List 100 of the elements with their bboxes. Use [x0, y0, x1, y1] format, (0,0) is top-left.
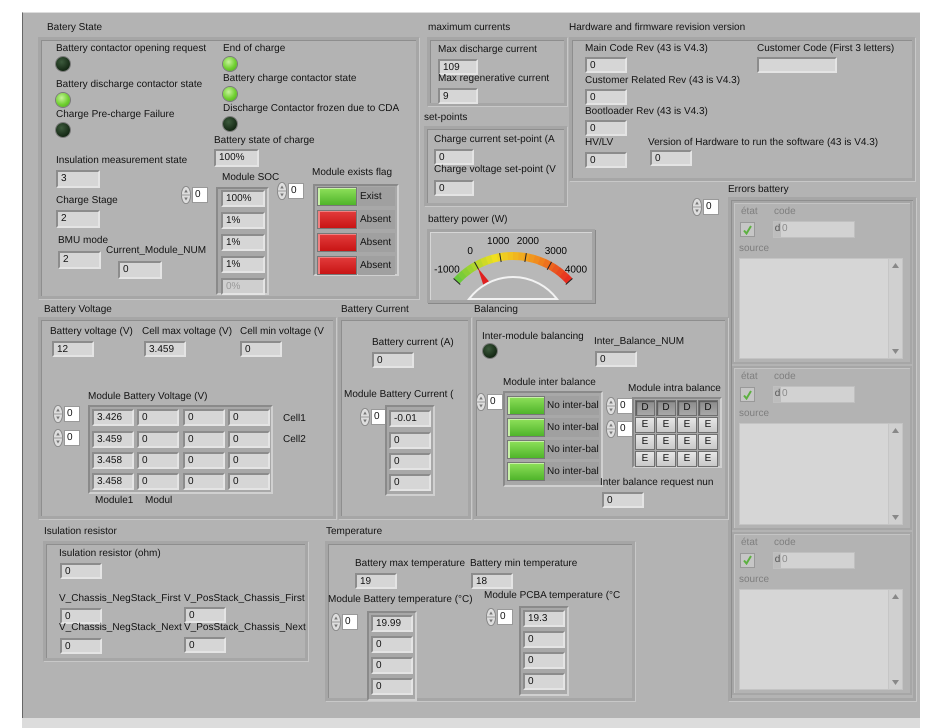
checkbox[interactable]	[740, 222, 755, 237]
numeric-indicator: 0	[240, 341, 282, 357]
grid-button[interactable]: D	[656, 400, 676, 416]
source-field[interactable]	[739, 588, 903, 690]
grid-button[interactable]: D	[677, 400, 697, 416]
grid-button[interactable]: E	[656, 451, 676, 467]
indicator-label: Bootloader Rev (43 is V4.3)	[585, 106, 708, 118]
indicator-label: Customer Code (First 3 letters)	[757, 43, 894, 55]
toggle-label: No inter-bal	[545, 440, 599, 459]
indicator-label: V_Chassis_NegStack_First	[59, 593, 181, 605]
toggle-button[interactable]	[317, 256, 357, 275]
grid-button[interactable]: E	[698, 417, 718, 433]
toggle-button[interactable]	[507, 396, 545, 415]
gauge-tick-label: 3000	[544, 246, 567, 257]
grid-button[interactable]: E	[635, 417, 655, 433]
array-cell: 3.458	[92, 473, 134, 490]
index-field[interactable]: 0	[342, 614, 358, 630]
grid-button[interactable]: E	[677, 451, 697, 467]
array-cell: 1%	[221, 212, 265, 229]
indicator-label: Battery charge contactor state	[223, 73, 356, 85]
numeric-indicator: 0	[602, 492, 644, 508]
grid-button[interactable]: E	[656, 434, 676, 450]
caption-label: Cell1	[283, 413, 306, 425]
index-field[interactable]: 0	[64, 406, 80, 422]
scroll-down-icon[interactable]	[892, 514, 899, 520]
indicator-label: Cell max voltage (V)	[142, 326, 232, 338]
scroll-down-icon[interactable]	[892, 680, 899, 685]
radix-label: d	[774, 387, 781, 402]
array-cell: 0	[137, 431, 179, 448]
numeric-indicator: 0	[60, 563, 102, 579]
toggle-button[interactable]	[317, 233, 357, 252]
numeric-indicator: 0	[585, 120, 627, 136]
array-cell: 0	[389, 453, 431, 470]
code-value: 0	[781, 387, 788, 402]
array-cell: 0	[389, 432, 431, 449]
scroll-up-icon[interactable]	[892, 263, 899, 268]
array-cell: 19.99	[371, 615, 413, 632]
array-cell: 0	[137, 409, 179, 426]
index-spinner[interactable]	[606, 397, 616, 415]
grid-button[interactable]: E	[698, 451, 718, 467]
index-field[interactable]: 0	[617, 421, 633, 437]
source-field[interactable]	[739, 423, 903, 525]
index-spinner[interactable]	[181, 186, 191, 204]
toggle-button[interactable]	[507, 418, 545, 437]
toggle-label: No inter-bal	[545, 462, 599, 481]
index-field[interactable]: 0	[703, 199, 719, 215]
index-spinner[interactable]	[331, 613, 341, 631]
grid-button[interactable]: E	[656, 417, 676, 433]
index-field[interactable]: 0	[617, 398, 633, 414]
section-title: Batery State	[47, 22, 102, 34]
index-spinner[interactable]	[692, 198, 702, 216]
array-cell: 19.3	[523, 610, 565, 627]
index-spinner[interactable]	[53, 429, 63, 447]
check-icon	[743, 555, 752, 566]
index-field[interactable]: 0	[288, 183, 304, 199]
checkbox[interactable]	[740, 387, 755, 402]
toggle-label: Absent	[358, 256, 395, 275]
section-title: Isulation resistor	[44, 526, 117, 538]
index-field[interactable]: 0	[497, 609, 513, 625]
array-label: Module Battery Voltage (V)	[88, 391, 208, 403]
numeric-indicator: 3.459	[144, 341, 186, 357]
scroll-up-icon[interactable]	[892, 428, 899, 434]
indicator-label: Battery voltage (V)	[50, 326, 133, 338]
index-spinner[interactable]	[606, 420, 616, 438]
grid-button[interactable]: D	[698, 400, 718, 416]
array-cell: 0	[228, 409, 270, 426]
indicator-label: V_Chassis_NegStack_Next	[59, 622, 182, 634]
toggle-button[interactable]	[507, 440, 545, 459]
index-field[interactable]: 0	[64, 430, 80, 446]
index-spinner[interactable]	[360, 408, 370, 426]
source-field[interactable]	[739, 258, 903, 360]
array-cell: 0	[389, 474, 431, 491]
grid-button[interactable]: E	[677, 417, 697, 433]
index-field[interactable]: 0	[192, 187, 208, 203]
index-spinner[interactable]	[476, 393, 486, 411]
grid-button[interactable]: E	[677, 434, 697, 450]
scroll-down-icon[interactable]	[892, 349, 899, 354]
checkbox[interactable]	[740, 552, 755, 568]
array-label: Module Battery temperature (°C)	[328, 594, 473, 606]
indicator-label: V_PosStack_Chassis_First	[184, 593, 305, 605]
index-spinner[interactable]	[277, 182, 287, 200]
index-field[interactable]: 0	[487, 394, 503, 410]
grid-button[interactable]: D	[635, 400, 655, 416]
array-cell: 0	[371, 657, 413, 674]
array-label: Module Battery Current (	[344, 389, 454, 401]
array-cell: 0	[183, 452, 225, 469]
array-cell: 0	[228, 473, 270, 490]
numeric-indicator: 19	[355, 573, 397, 589]
scroll-up-icon[interactable]	[892, 594, 899, 599]
grid-button[interactable]: E	[635, 434, 655, 450]
toggle-button[interactable]	[317, 187, 357, 206]
toggle-label: No inter-bal	[545, 418, 599, 437]
indicator-label: Max regenerative current	[438, 73, 550, 85]
index-spinner[interactable]	[53, 405, 63, 423]
grid-button[interactable]: E	[635, 451, 655, 467]
toggle-button[interactable]	[317, 210, 357, 229]
toggle-label: Exist	[358, 187, 395, 206]
index-spinner[interactable]	[486, 608, 496, 626]
grid-button[interactable]: E	[698, 434, 718, 450]
toggle-button[interactable]	[507, 462, 545, 481]
